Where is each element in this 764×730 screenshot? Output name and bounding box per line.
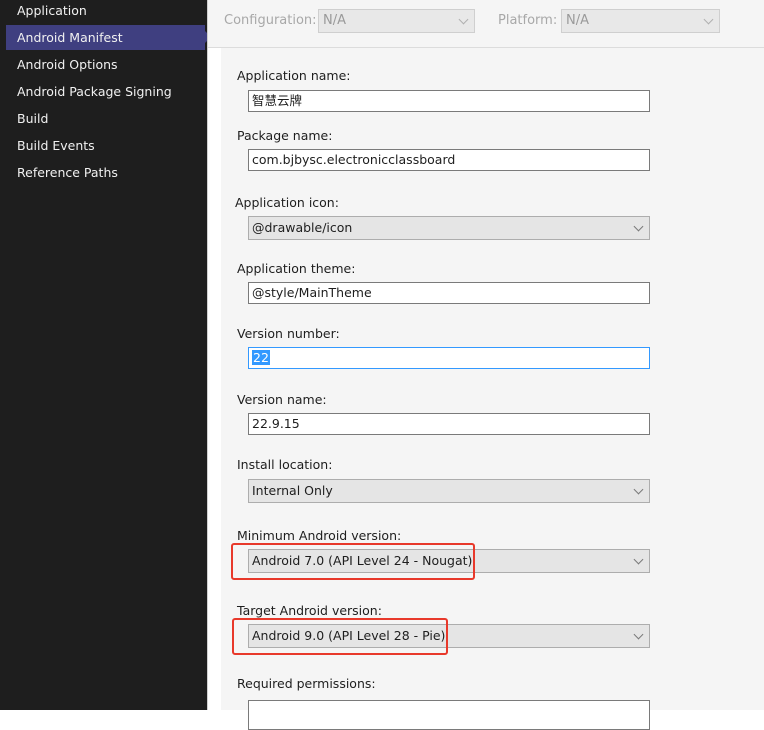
sidebar-item-build[interactable]: Build [6, 106, 205, 131]
chevron-down-icon [633, 484, 644, 495]
configuration-value: N/A [323, 13, 346, 28]
package-name-label: Package name: [237, 128, 333, 143]
sidebar-item-label: Build Events [17, 138, 95, 153]
sidebar-divider [207, 0, 208, 710]
manifest-form: Application name: 智慧云牌 Package name: com… [221, 48, 764, 730]
version-name-label: Version name: [237, 392, 327, 407]
configuration-label: Configuration: [224, 13, 317, 28]
app-theme-label: Application theme: [237, 261, 356, 276]
app-icon-value: @drawable/icon [252, 220, 353, 235]
sidebar-item-label: Build [17, 111, 49, 126]
sidebar-item-build-events[interactable]: Build Events [6, 133, 205, 158]
sidebar-item-label: Reference Paths [17, 165, 118, 180]
permissions-list[interactable] [248, 700, 650, 730]
chevron-down-icon [633, 554, 644, 565]
configuration-bar: Configuration: N/A Platform: N/A [208, 0, 764, 48]
platform-label: Platform: [498, 13, 558, 28]
sidebar-nav: Application Android Manifest Android Opt… [0, 0, 211, 710]
app-name-input[interactable]: 智慧云牌 [248, 90, 650, 112]
highlight-box [231, 543, 475, 580]
platform-value: N/A [566, 13, 589, 28]
chevron-down-icon [633, 629, 644, 640]
sidebar-item-label: Android Package Signing [17, 84, 172, 99]
target-android-label: Target Android version: [237, 603, 382, 618]
version-name-input[interactable]: 22.9.15 [248, 413, 650, 435]
selected-text: 22 [252, 350, 270, 365]
highlight-box [232, 618, 448, 655]
version-number-label: Version number: [237, 326, 340, 341]
version-number-input[interactable]: 22 [248, 347, 650, 369]
app-icon-select[interactable]: @drawable/icon [248, 216, 650, 240]
sidebar-item-android-manifest[interactable]: Android Manifest [6, 25, 211, 50]
permissions-label: Required permissions: [237, 676, 376, 691]
sidebar-item-reference-paths[interactable]: Reference Paths [6, 160, 205, 185]
chevron-down-icon [633, 221, 644, 232]
install-location-value: Internal Only [252, 483, 333, 498]
platform-select[interactable]: N/A [561, 9, 720, 33]
sidebar-item-label: Application [17, 3, 87, 18]
sidebar-item-android-package-signing[interactable]: Android Package Signing [6, 79, 205, 104]
min-android-label: Minimum Android version: [237, 528, 402, 543]
install-location-select[interactable]: Internal Only [248, 479, 650, 503]
configuration-select[interactable]: N/A [318, 9, 475, 33]
app-theme-input[interactable]: @style/MainTheme [248, 282, 650, 304]
sidebar-item-label: Android Options [17, 57, 118, 72]
sidebar-item-android-options[interactable]: Android Options [6, 52, 205, 77]
chevron-down-icon [703, 14, 714, 25]
sidebar-item-label: Android Manifest [17, 30, 123, 45]
package-name-input[interactable]: com.bjbysc.electronicclassboard [248, 149, 650, 171]
install-location-label: Install location: [237, 457, 333, 472]
app-icon-label: Application icon: [235, 195, 339, 210]
chevron-down-icon [458, 14, 469, 25]
app-name-label: Application name: [237, 68, 351, 83]
sidebar-item-application[interactable]: Application [6, 0, 205, 23]
